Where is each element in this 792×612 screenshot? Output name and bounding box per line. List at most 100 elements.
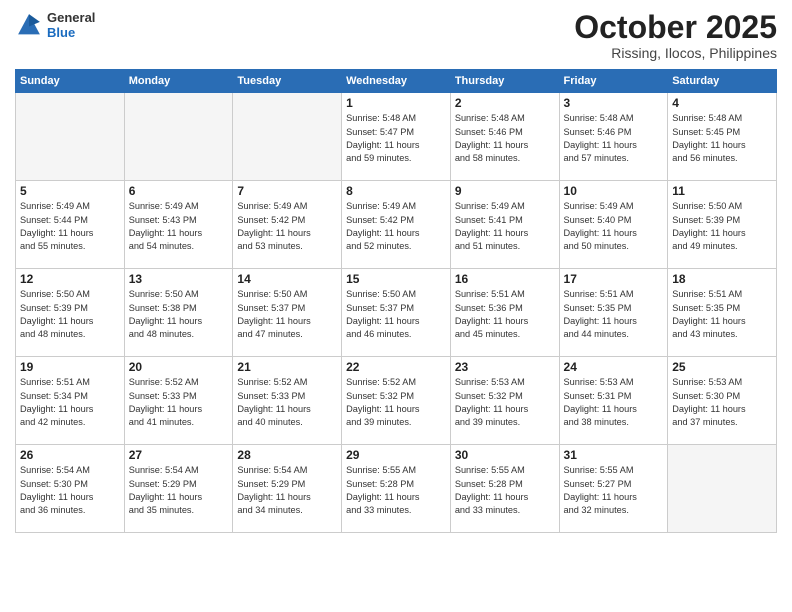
day-number: 4 — [672, 96, 772, 110]
day-number: 28 — [237, 448, 337, 462]
day-info: Sunrise: 5:48 AM Sunset: 5:47 PM Dayligh… — [346, 112, 446, 165]
day-info: Sunrise: 5:51 AM Sunset: 5:34 PM Dayligh… — [20, 376, 120, 429]
calendar-cell: 8 Sunrise: 5:49 AM Sunset: 5:42 PM Daylig… — [342, 181, 451, 269]
day-number: 24 — [564, 360, 664, 374]
calendar-cell: 16 Sunrise: 5:51 AM Sunset: 5:36 PM Dayli… — [450, 269, 559, 357]
week-row-0: 1 Sunrise: 5:48 AM Sunset: 5:47 PM Daylig… — [16, 93, 777, 181]
day-info: Sunrise: 5:53 AM Sunset: 5:30 PM Dayligh… — [672, 376, 772, 429]
calendar-cell — [124, 93, 233, 181]
weekday-sunday: Sunday — [16, 70, 125, 93]
week-row-3: 19 Sunrise: 5:51 AM Sunset: 5:34 PM Dayli… — [16, 357, 777, 445]
weekday-monday: Monday — [124, 70, 233, 93]
day-number: 9 — [455, 184, 555, 198]
day-info: Sunrise: 5:53 AM Sunset: 5:31 PM Dayligh… — [564, 376, 664, 429]
weekday-header-row: SundayMondayTuesdayWednesdayThursdayFrid… — [16, 70, 777, 93]
calendar-cell: 26 Sunrise: 5:54 AM Sunset: 5:30 PM Dayli… — [16, 445, 125, 533]
location: Rissing, Ilocos, Philippines — [574, 45, 777, 61]
calendar-cell: 25 Sunrise: 5:53 AM Sunset: 5:30 PM Dayli… — [668, 357, 777, 445]
day-info: Sunrise: 5:49 AM Sunset: 5:44 PM Dayligh… — [20, 200, 120, 253]
calendar-cell: 13 Sunrise: 5:50 AM Sunset: 5:38 PM Dayli… — [124, 269, 233, 357]
day-info: Sunrise: 5:50 AM Sunset: 5:38 PM Dayligh… — [129, 288, 229, 341]
day-info: Sunrise: 5:55 AM Sunset: 5:27 PM Dayligh… — [564, 464, 664, 517]
day-number: 18 — [672, 272, 772, 286]
day-number: 26 — [20, 448, 120, 462]
day-number: 1 — [346, 96, 446, 110]
week-row-1: 5 Sunrise: 5:49 AM Sunset: 5:44 PM Daylig… — [16, 181, 777, 269]
day-info: Sunrise: 5:50 AM Sunset: 5:39 PM Dayligh… — [672, 200, 772, 253]
day-number: 11 — [672, 184, 772, 198]
day-info: Sunrise: 5:48 AM Sunset: 5:46 PM Dayligh… — [455, 112, 555, 165]
day-info: Sunrise: 5:48 AM Sunset: 5:45 PM Dayligh… — [672, 112, 772, 165]
weekday-wednesday: Wednesday — [342, 70, 451, 93]
calendar-cell: 12 Sunrise: 5:50 AM Sunset: 5:39 PM Dayli… — [16, 269, 125, 357]
day-info: Sunrise: 5:51 AM Sunset: 5:35 PM Dayligh… — [672, 288, 772, 341]
day-info: Sunrise: 5:52 AM Sunset: 5:32 PM Dayligh… — [346, 376, 446, 429]
day-info: Sunrise: 5:49 AM Sunset: 5:40 PM Dayligh… — [564, 200, 664, 253]
day-number: 17 — [564, 272, 664, 286]
calendar-cell — [233, 93, 342, 181]
calendar-cell: 9Sunrise: 5:49 AM Sunset: 5:41 PM Daylig… — [450, 181, 559, 269]
calendar-cell: 3Sunrise: 5:48 AM Sunset: 5:46 PM Daylig… — [559, 93, 668, 181]
day-number: 15 — [346, 272, 446, 286]
day-info: Sunrise: 5:51 AM Sunset: 5:35 PM Dayligh… — [564, 288, 664, 341]
day-info: Sunrise: 5:54 AM Sunset: 5:29 PM Dayligh… — [129, 464, 229, 517]
weekday-tuesday: Tuesday — [233, 70, 342, 93]
day-info: Sunrise: 5:50 AM Sunset: 5:39 PM Dayligh… — [20, 288, 120, 341]
logo-text: General Blue — [47, 10, 95, 40]
week-row-4: 26 Sunrise: 5:54 AM Sunset: 5:30 PM Dayli… — [16, 445, 777, 533]
day-info: Sunrise: 5:49 AM Sunset: 5:42 PM Dayligh… — [237, 200, 337, 253]
day-info: Sunrise: 5:50 AM Sunset: 5:37 PM Dayligh… — [346, 288, 446, 341]
day-info: Sunrise: 5:49 AM Sunset: 5:42 PM Dayligh… — [346, 200, 446, 253]
calendar-cell — [16, 93, 125, 181]
calendar-cell: 2 Sunrise: 5:48 AM Sunset: 5:46 PM Daylig… — [450, 93, 559, 181]
day-number: 27 — [129, 448, 229, 462]
day-info: Sunrise: 5:55 AM Sunset: 5:28 PM Dayligh… — [455, 464, 555, 517]
day-number: 31 — [564, 448, 664, 462]
day-number: 12 — [20, 272, 120, 286]
day-number: 30 — [455, 448, 555, 462]
calendar-cell: 14 Sunrise: 5:50 AM Sunset: 5:37 PM Dayli… — [233, 269, 342, 357]
day-number: 16 — [455, 272, 555, 286]
calendar-cell: 31 Sunrise: 5:55 AM Sunset: 5:27 PM Dayli… — [559, 445, 668, 533]
month-title: October 2025 — [574, 10, 777, 45]
day-number: 14 — [237, 272, 337, 286]
weekday-friday: Friday — [559, 70, 668, 93]
calendar-cell: 5 Sunrise: 5:49 AM Sunset: 5:44 PM Daylig… — [16, 181, 125, 269]
calendar-cell: 1 Sunrise: 5:48 AM Sunset: 5:47 PM Daylig… — [342, 93, 451, 181]
day-number: 8 — [346, 184, 446, 198]
calendar-cell: 21Sunrise: 5:52 AM Sunset: 5:33 PM Dayli… — [233, 357, 342, 445]
day-info: Sunrise: 5:50 AM Sunset: 5:37 PM Dayligh… — [237, 288, 337, 341]
day-number: 22 — [346, 360, 446, 374]
calendar-cell: 11 Sunrise: 5:50 AM Sunset: 5:39 PM Dayli… — [668, 181, 777, 269]
weekday-saturday: Saturday — [668, 70, 777, 93]
calendar-cell: 10Sunrise: 5:49 AM Sunset: 5:40 PM Dayli… — [559, 181, 668, 269]
calendar-cell: 18 Sunrise: 5:51 AM Sunset: 5:35 PM Dayli… — [668, 269, 777, 357]
day-info: Sunrise: 5:54 AM Sunset: 5:29 PM Dayligh… — [237, 464, 337, 517]
page: General Blue October 2025 Rissing, Iloco… — [0, 0, 792, 612]
calendar-cell: 19 Sunrise: 5:51 AM Sunset: 5:34 PM Dayli… — [16, 357, 125, 445]
calendar: SundayMondayTuesdayWednesdayThursdayFrid… — [15, 69, 777, 533]
day-number: 5 — [20, 184, 120, 198]
calendar-cell: 29 Sunrise: 5:55 AM Sunset: 5:28 PM Dayli… — [342, 445, 451, 533]
day-info: Sunrise: 5:49 AM Sunset: 5:43 PM Dayligh… — [129, 200, 229, 253]
day-number: 7 — [237, 184, 337, 198]
calendar-cell: 17 Sunrise: 5:51 AM Sunset: 5:35 PM Dayli… — [559, 269, 668, 357]
day-number: 19 — [20, 360, 120, 374]
calendar-cell: 23Sunrise: 5:53 AM Sunset: 5:32 PM Dayli… — [450, 357, 559, 445]
day-number: 29 — [346, 448, 446, 462]
calendar-cell: 27 Sunrise: 5:54 AM Sunset: 5:29 PM Dayli… — [124, 445, 233, 533]
logo-blue-text: Blue — [47, 25, 95, 40]
day-number: 3 — [564, 96, 664, 110]
day-info: Sunrise: 5:55 AM Sunset: 5:28 PM Dayligh… — [346, 464, 446, 517]
day-number: 25 — [672, 360, 772, 374]
day-number: 2 — [455, 96, 555, 110]
day-info: Sunrise: 5:52 AM Sunset: 5:33 PM Dayligh… — [237, 376, 337, 429]
calendar-cell: 4 Sunrise: 5:48 AM Sunset: 5:45 PM Daylig… — [668, 93, 777, 181]
calendar-cell — [668, 445, 777, 533]
day-number: 6 — [129, 184, 229, 198]
week-row-2: 12 Sunrise: 5:50 AM Sunset: 5:39 PM Dayli… — [16, 269, 777, 357]
day-info: Sunrise: 5:54 AM Sunset: 5:30 PM Dayligh… — [20, 464, 120, 517]
day-info: Sunrise: 5:51 AM Sunset: 5:36 PM Dayligh… — [455, 288, 555, 341]
header: General Blue October 2025 Rissing, Iloco… — [15, 10, 777, 61]
day-number: 13 — [129, 272, 229, 286]
